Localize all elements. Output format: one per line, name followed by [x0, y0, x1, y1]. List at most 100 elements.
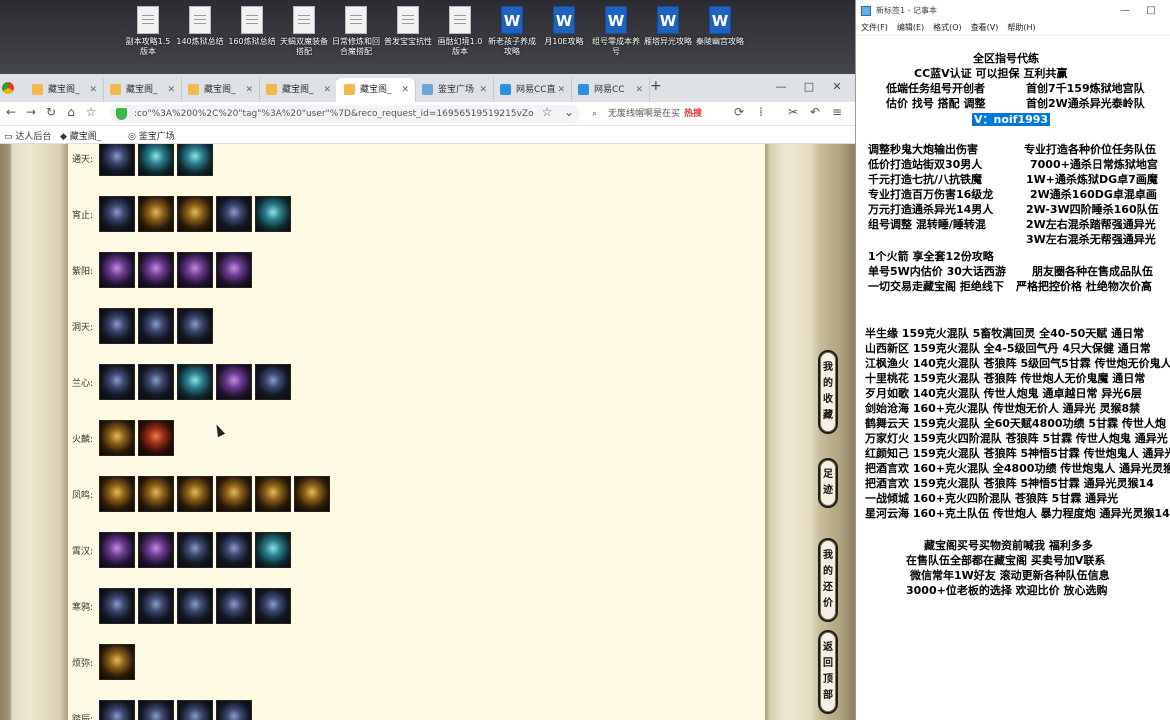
- bookmark-item[interactable]: ◎ 鉴宝广场: [128, 129, 175, 142]
- equipment-item-icon[interactable]: [177, 144, 213, 176]
- equipment-item-icon[interactable]: [99, 144, 135, 176]
- browser-tab[interactable]: 网易CC直 ✕: [492, 78, 572, 102]
- undo-icon[interactable]: ↶: [806, 105, 824, 119]
- cut-icon[interactable]: ✂: [784, 105, 802, 119]
- equipment-item-icon[interactable]: [216, 700, 252, 720]
- tab-close-icon[interactable]: ✕: [167, 78, 175, 102]
- desktop-file-icon[interactable]: W 月10E攻略: [538, 6, 590, 47]
- equipment-item-icon[interactable]: [216, 196, 252, 232]
- desktop-file-icon[interactable]: W 秦陵幽宫攻略: [694, 6, 746, 47]
- notepad-maximize-button[interactable]: □: [1138, 0, 1164, 22]
- browser-tab[interactable]: 鉴宝广场 ✕: [414, 78, 494, 102]
- side-nav-button[interactable]: 我的还价: [818, 538, 838, 622]
- notepad-text-area[interactable]: 全区指号代练 CC蓝V认证 可以担保 互利共赢 低端任务组号开创者 首创7千159炼狱…: [856, 36, 1170, 720]
- tab-close-icon[interactable]: ✕: [635, 78, 643, 102]
- equipment-item-icon[interactable]: [99, 196, 135, 232]
- equipment-item-icon[interactable]: [177, 532, 213, 568]
- equipment-item-icon[interactable]: [138, 364, 174, 400]
- search-box[interactable]: ⌕ 无废线帽啊是在买 热搜: [590, 105, 720, 123]
- home-icon[interactable]: ⌂: [62, 105, 80, 119]
- equipment-item-icon[interactable]: [138, 532, 174, 568]
- browser-tab[interactable]: 网易CC ✕: [570, 78, 650, 102]
- equipment-item-icon[interactable]: [216, 532, 252, 568]
- browser-tab[interactable]: 藏宝阁_ ✕: [336, 78, 416, 102]
- menu-format[interactable]: 格式(O): [933, 22, 962, 35]
- equipment-item-icon[interactable]: [216, 252, 252, 288]
- equipment-item-icon[interactable]: [99, 532, 135, 568]
- menu-edit[interactable]: 编辑(E): [897, 22, 924, 35]
- bookmark-item[interactable]: ◆ 藏宝阁_: [60, 129, 101, 142]
- equipment-item-icon[interactable]: [255, 364, 291, 400]
- apps-icon[interactable]: ⁞: [752, 105, 770, 119]
- equipment-item-icon[interactable]: [216, 588, 252, 624]
- desktop-file-icon[interactable]: 画骷幻境1.0版本: [434, 6, 486, 57]
- equipment-item-icon[interactable]: [177, 308, 213, 344]
- forward-icon[interactable]: →: [22, 105, 40, 119]
- tab-close-icon[interactable]: ✕: [401, 78, 409, 102]
- equipment-item-icon[interactable]: [177, 476, 213, 512]
- equipment-item-icon[interactable]: [138, 700, 174, 720]
- desktop-file-icon[interactable]: W 组号零成本养号: [590, 6, 642, 57]
- equipment-item-icon[interactable]: [177, 252, 213, 288]
- desktop-file-icon[interactable]: W 新老孩子养成攻略: [486, 6, 538, 57]
- equipment-item-icon[interactable]: [216, 476, 252, 512]
- browser-tab[interactable]: 藏宝阁_ ✕: [102, 78, 182, 102]
- equipment-item-icon[interactable]: [177, 588, 213, 624]
- menu-help[interactable]: 帮助(H): [1007, 22, 1035, 35]
- back-icon[interactable]: ←: [2, 105, 20, 119]
- equipment-item-icon[interactable]: [138, 420, 174, 456]
- equipment-item-icon[interactable]: [177, 700, 213, 720]
- bookmark-star-icon[interactable]: ☆: [538, 105, 556, 119]
- equipment-item-icon[interactable]: [294, 476, 330, 512]
- equipment-item-icon[interactable]: [255, 588, 291, 624]
- refresh-icon[interactable]: ⟳: [730, 105, 748, 119]
- equipment-item-icon[interactable]: [177, 196, 213, 232]
- maximize-button[interactable]: □: [795, 74, 823, 102]
- notepad-minimize-button[interactable]: —: [1112, 0, 1138, 22]
- equipment-item-icon[interactable]: [216, 364, 252, 400]
- equipment-item-icon[interactable]: [138, 476, 174, 512]
- equipment-item-icon[interactable]: [99, 588, 135, 624]
- dropdown-icon[interactable]: ⌄: [560, 105, 578, 119]
- side-nav-button[interactable]: 足迹: [818, 458, 838, 508]
- tab-close-icon[interactable]: ✕: [245, 78, 253, 102]
- desktop-file-icon[interactable]: 普发宝宝抗性: [382, 6, 434, 47]
- tab-close-icon[interactable]: ✕: [557, 78, 565, 102]
- equipment-item-icon[interactable]: [99, 308, 135, 344]
- star-icon[interactable]: ☆: [82, 105, 100, 119]
- equipment-item-icon[interactable]: [99, 364, 135, 400]
- browser-logo-icon[interactable]: [2, 82, 14, 94]
- reload-icon[interactable]: ↻: [42, 105, 60, 119]
- equipment-item-icon[interactable]: [99, 644, 135, 680]
- desktop-file-icon[interactable]: 160炼狱总结: [226, 6, 278, 47]
- menu-view[interactable]: 查看(V): [971, 22, 999, 35]
- equipment-item-icon[interactable]: [138, 196, 174, 232]
- equipment-item-icon[interactable]: [255, 476, 291, 512]
- equipment-item-icon[interactable]: [177, 364, 213, 400]
- tab-close-icon[interactable]: ✕: [323, 78, 331, 102]
- equipment-item-icon[interactable]: [99, 252, 135, 288]
- menu-file[interactable]: 文件(F): [861, 22, 888, 35]
- equipment-item-icon[interactable]: [99, 700, 135, 720]
- desktop-file-icon[interactable]: 日常修炼和回合魔搭配: [330, 6, 382, 57]
- equipment-item-icon[interactable]: [138, 308, 174, 344]
- address-bar[interactable]: :co"%3A%200%2C%20"tag"%3A%20"user"%7D&re…: [110, 105, 580, 123]
- equipment-item-icon[interactable]: [99, 476, 135, 512]
- equipment-item-icon[interactable]: [138, 144, 174, 176]
- bookmark-item[interactable]: ▭ 达人后台: [4, 129, 51, 142]
- desktop-file-icon[interactable]: 副本攻略1.5版本: [122, 6, 174, 57]
- equipment-item-icon[interactable]: [138, 252, 174, 288]
- menu-icon[interactable]: ≡: [828, 105, 846, 119]
- desktop-file-icon[interactable]: W 雁塔异光攻略: [642, 6, 694, 47]
- close-button[interactable]: ✕: [823, 74, 851, 102]
- tab-close-icon[interactable]: ✕: [89, 78, 97, 102]
- minimize-button[interactable]: —: [767, 74, 795, 102]
- desktop-file-icon[interactable]: 140炼狱总结: [174, 6, 226, 47]
- equipment-item-icon[interactable]: [99, 420, 135, 456]
- tab-close-icon[interactable]: ✕: [479, 78, 487, 102]
- browser-tab[interactable]: 藏宝阁_ ✕: [24, 78, 104, 102]
- equipment-item-icon[interactable]: [138, 588, 174, 624]
- browser-tab[interactable]: 藏宝阁_ ✕: [180, 78, 260, 102]
- new-tab-button[interactable]: +: [650, 78, 662, 94]
- equipment-item-icon[interactable]: [255, 532, 291, 568]
